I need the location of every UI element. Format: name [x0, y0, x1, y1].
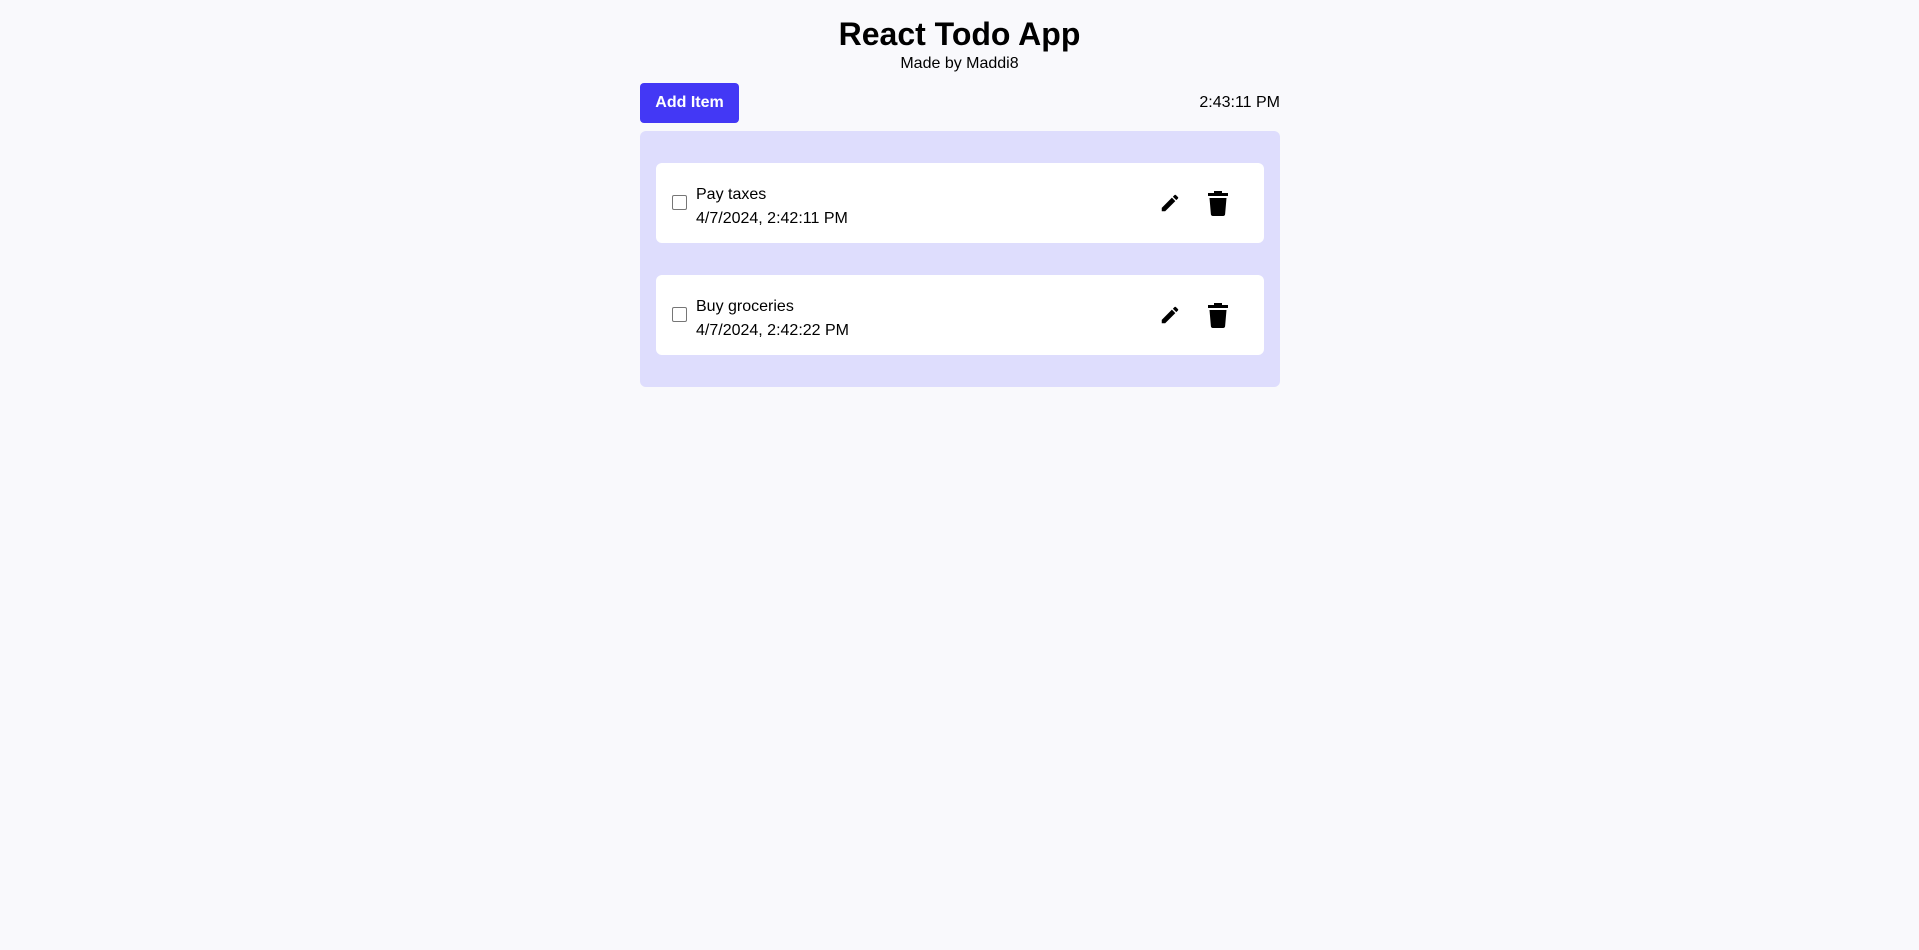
todo-date: 4/7/2024, 2:42:22 PM [696, 322, 849, 339]
trash-icon [1207, 190, 1229, 216]
todo-item: Pay taxes 4/7/2024, 2:42:11 PM [656, 163, 1264, 243]
todo-date: 4/7/2024, 2:42:11 PM [696, 210, 848, 227]
edit-button[interactable] [1156, 301, 1184, 329]
delete-button[interactable] [1204, 189, 1232, 217]
pencil-icon [1159, 192, 1181, 214]
todo-checkbox[interactable] [672, 195, 687, 210]
trash-icon [1207, 302, 1229, 328]
page-subtitle: Made by Maddi8 [900, 55, 1019, 72]
todo-text: Pay taxes 4/7/2024, 2:42:11 PM [696, 183, 848, 231]
todo-checkbox[interactable] [672, 307, 687, 322]
todo-text: Buy groceries 4/7/2024, 2:42:22 PM [696, 295, 849, 343]
pencil-icon [1159, 304, 1181, 326]
add-item-button[interactable]: Add Item [640, 83, 739, 123]
edit-button[interactable] [1156, 189, 1184, 217]
todo-item: Buy groceries 4/7/2024, 2:42:22 PM [656, 275, 1264, 355]
page-title: React Todo App [838, 16, 1081, 52]
todo-title: Pay taxes [696, 186, 767, 203]
todo-title: Buy groceries [696, 298, 794, 315]
todo-list: Pay taxes 4/7/2024, 2:42:11 PM Buy groce… [640, 131, 1280, 387]
delete-button[interactable] [1204, 301, 1232, 329]
toolbar: Add Item 2:43:11 PM [640, 83, 1280, 123]
current-time: 2:43:11 PM [1199, 94, 1280, 111]
